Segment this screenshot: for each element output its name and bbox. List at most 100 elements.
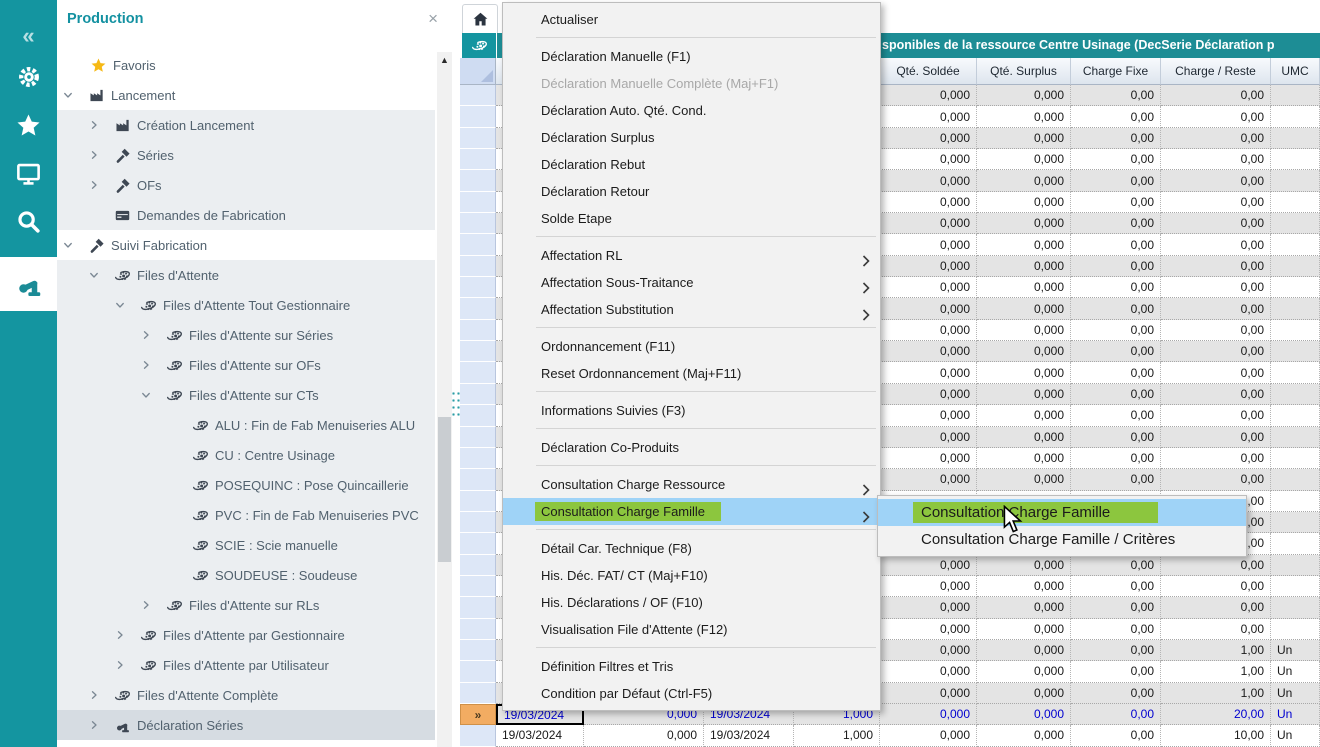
grid-cell[interactable]: 0,00 xyxy=(1161,384,1271,405)
menu-item[interactable]: Affectation Sous-Traitance xyxy=(503,269,880,296)
row-header[interactable] xyxy=(460,362,496,383)
grid-cell[interactable]: 0,000 xyxy=(880,640,977,661)
grid-cell[interactable] xyxy=(1271,469,1320,490)
grid-cell[interactable] xyxy=(1271,149,1320,170)
grid-cell[interactable]: 1,00 xyxy=(1161,661,1271,682)
grid-cell[interactable]: 0,00 xyxy=(1071,234,1161,255)
tree-item[interactable]: Création Lancement xyxy=(57,110,435,140)
grid-cell[interactable] xyxy=(1271,128,1320,149)
grid-cell[interactable]: 0,00 xyxy=(1161,149,1271,170)
submenu-item[interactable]: Consultation Charge Famille / Critères xyxy=(878,526,1246,553)
grid-cell[interactable]: 0,00 xyxy=(1161,619,1271,640)
grid-cell[interactable]: 0,000 xyxy=(977,362,1071,383)
chevron-right-icon[interactable] xyxy=(140,357,164,373)
menu-item[interactable]: Déclaration Auto. Qté. Cond. xyxy=(503,97,880,124)
menu-item[interactable]: Déclaration Rebut xyxy=(503,151,880,178)
menu-item[interactable]: Ordonnancement (F11) xyxy=(503,333,880,360)
grid-cell[interactable]: 1,000 xyxy=(794,725,880,746)
grid-cell[interactable] xyxy=(1271,512,1320,533)
grid-cell[interactable]: 0,000 xyxy=(977,149,1071,170)
grid-cell[interactable]: 0,00 xyxy=(1161,597,1271,618)
menu-item[interactable]: Déclaration Manuelle (F1) xyxy=(503,43,880,70)
tree-item[interactable]: Files d'Attente sur RLs xyxy=(57,590,435,620)
tree-item[interactable]: CU : Centre Usinage xyxy=(57,440,435,470)
tree-item[interactable]: Demandes de Fabrication xyxy=(57,200,435,230)
grid-cell[interactable]: 0,000 xyxy=(880,149,977,170)
grid-cell[interactable]: 0,000 xyxy=(880,427,977,448)
chevron-right-icon[interactable] xyxy=(114,657,138,673)
grid-cell[interactable] xyxy=(1271,106,1320,127)
row-header[interactable] xyxy=(460,683,496,704)
grid-cell[interactable]: 0,00 xyxy=(1071,170,1161,191)
grid-cell[interactable]: 0,00 xyxy=(1071,448,1161,469)
row-header[interactable] xyxy=(460,192,496,213)
tree-item[interactable]: SOUDEUSE : Soudeuse xyxy=(57,560,435,590)
row-header[interactable] xyxy=(460,256,496,277)
grid-cell[interactable]: 0,00 xyxy=(1071,192,1161,213)
tab-queue[interactable] xyxy=(462,33,496,58)
menu-item[interactable]: His. Déclarations / OF (F10) xyxy=(503,589,880,616)
grid-cell[interactable]: 0,00 xyxy=(1161,234,1271,255)
grid-cell[interactable]: 0,000 xyxy=(977,405,1071,426)
row-header[interactable] xyxy=(460,384,496,405)
menu-item[interactable]: Solde Etape xyxy=(503,205,880,232)
row-header[interactable] xyxy=(460,320,496,341)
menu-item[interactable]: Actualiser xyxy=(503,6,880,33)
rail-item-workstation[interactable] xyxy=(0,149,57,197)
grid-cell[interactable]: 0,00 xyxy=(1071,683,1161,704)
grid-cell[interactable]: 0,000 xyxy=(977,683,1071,704)
row-header[interactable] xyxy=(460,170,496,191)
row-header[interactable] xyxy=(460,469,496,490)
grid-cell[interactable]: 20,00 xyxy=(1161,704,1271,725)
grid-cell[interactable]: 0,00 xyxy=(1161,320,1271,341)
chevron-right-icon[interactable] xyxy=(88,687,112,703)
grid-cell[interactable]: 0,000 xyxy=(977,576,1071,597)
grid-cell[interactable] xyxy=(1271,533,1320,554)
chevron-right-icon[interactable] xyxy=(88,177,112,193)
grid-cell[interactable]: 0,000 xyxy=(880,362,977,383)
grid-cell[interactable]: 19/03/2024 xyxy=(496,725,584,746)
scrollbar-thumb[interactable] xyxy=(438,417,451,562)
scroll-up-icon[interactable]: ▲ xyxy=(437,52,452,68)
column-header[interactable]: Charge Fixe xyxy=(1071,58,1161,85)
grid-cell[interactable]: 0,00 xyxy=(1071,597,1161,618)
grid-cell[interactable] xyxy=(1271,213,1320,234)
grid-cell[interactable]: Un xyxy=(1271,661,1320,682)
menu-item[interactable]: Consultation Charge Famille xyxy=(503,498,880,525)
grid-cell[interactable]: 0,000 xyxy=(880,405,977,426)
grid-cell[interactable]: 0,000 xyxy=(977,85,1071,106)
row-header[interactable]: » xyxy=(460,704,496,725)
grid-cell[interactable]: 0,00 xyxy=(1071,704,1161,725)
grid-cell[interactable]: 0,000 xyxy=(880,234,977,255)
row-header[interactable] xyxy=(460,576,496,597)
row-header[interactable] xyxy=(460,427,496,448)
grid-cell[interactable]: 0,00 xyxy=(1071,320,1161,341)
grid-cell[interactable]: 0,000 xyxy=(977,555,1071,576)
chevron-right-icon[interactable] xyxy=(88,147,112,163)
grid-cell[interactable] xyxy=(1271,576,1320,597)
rail-item-production[interactable] xyxy=(0,257,57,311)
menu-item[interactable]: Affectation RL xyxy=(503,242,880,269)
submenu-item[interactable]: Consultation Charge Famille xyxy=(878,499,1246,526)
chevron-down-icon[interactable] xyxy=(62,237,86,253)
grid-cell[interactable]: 0,000 xyxy=(880,192,977,213)
grid-cell[interactable]: 0,000 xyxy=(880,128,977,149)
grid-cell[interactable] xyxy=(1271,192,1320,213)
grid-cell[interactable]: 0,000 xyxy=(977,106,1071,127)
row-header[interactable] xyxy=(460,213,496,234)
grid-cell[interactable]: 0,000 xyxy=(977,704,1071,725)
grid-cell[interactable]: 0,000 xyxy=(977,277,1071,298)
row-header[interactable] xyxy=(460,597,496,618)
rail-item-favorites[interactable] xyxy=(0,101,57,149)
grid-cell[interactable]: 0,00 xyxy=(1071,362,1161,383)
row-header[interactable] xyxy=(460,405,496,426)
tab-home[interactable] xyxy=(462,4,498,33)
grid-cell[interactable]: 0,000 xyxy=(880,469,977,490)
tree-item[interactable]: OFs xyxy=(57,170,435,200)
grid-cell[interactable] xyxy=(1271,256,1320,277)
grid-cell[interactable]: 0,000 xyxy=(880,85,977,106)
tree-item[interactable]: POSEQUINC : Pose Quincaillerie xyxy=(57,470,435,500)
grid-cell[interactable]: 0,000 xyxy=(977,320,1071,341)
tree-item[interactable]: Files d'Attente par Utilisateur xyxy=(57,650,435,680)
row-header[interactable] xyxy=(460,661,496,682)
